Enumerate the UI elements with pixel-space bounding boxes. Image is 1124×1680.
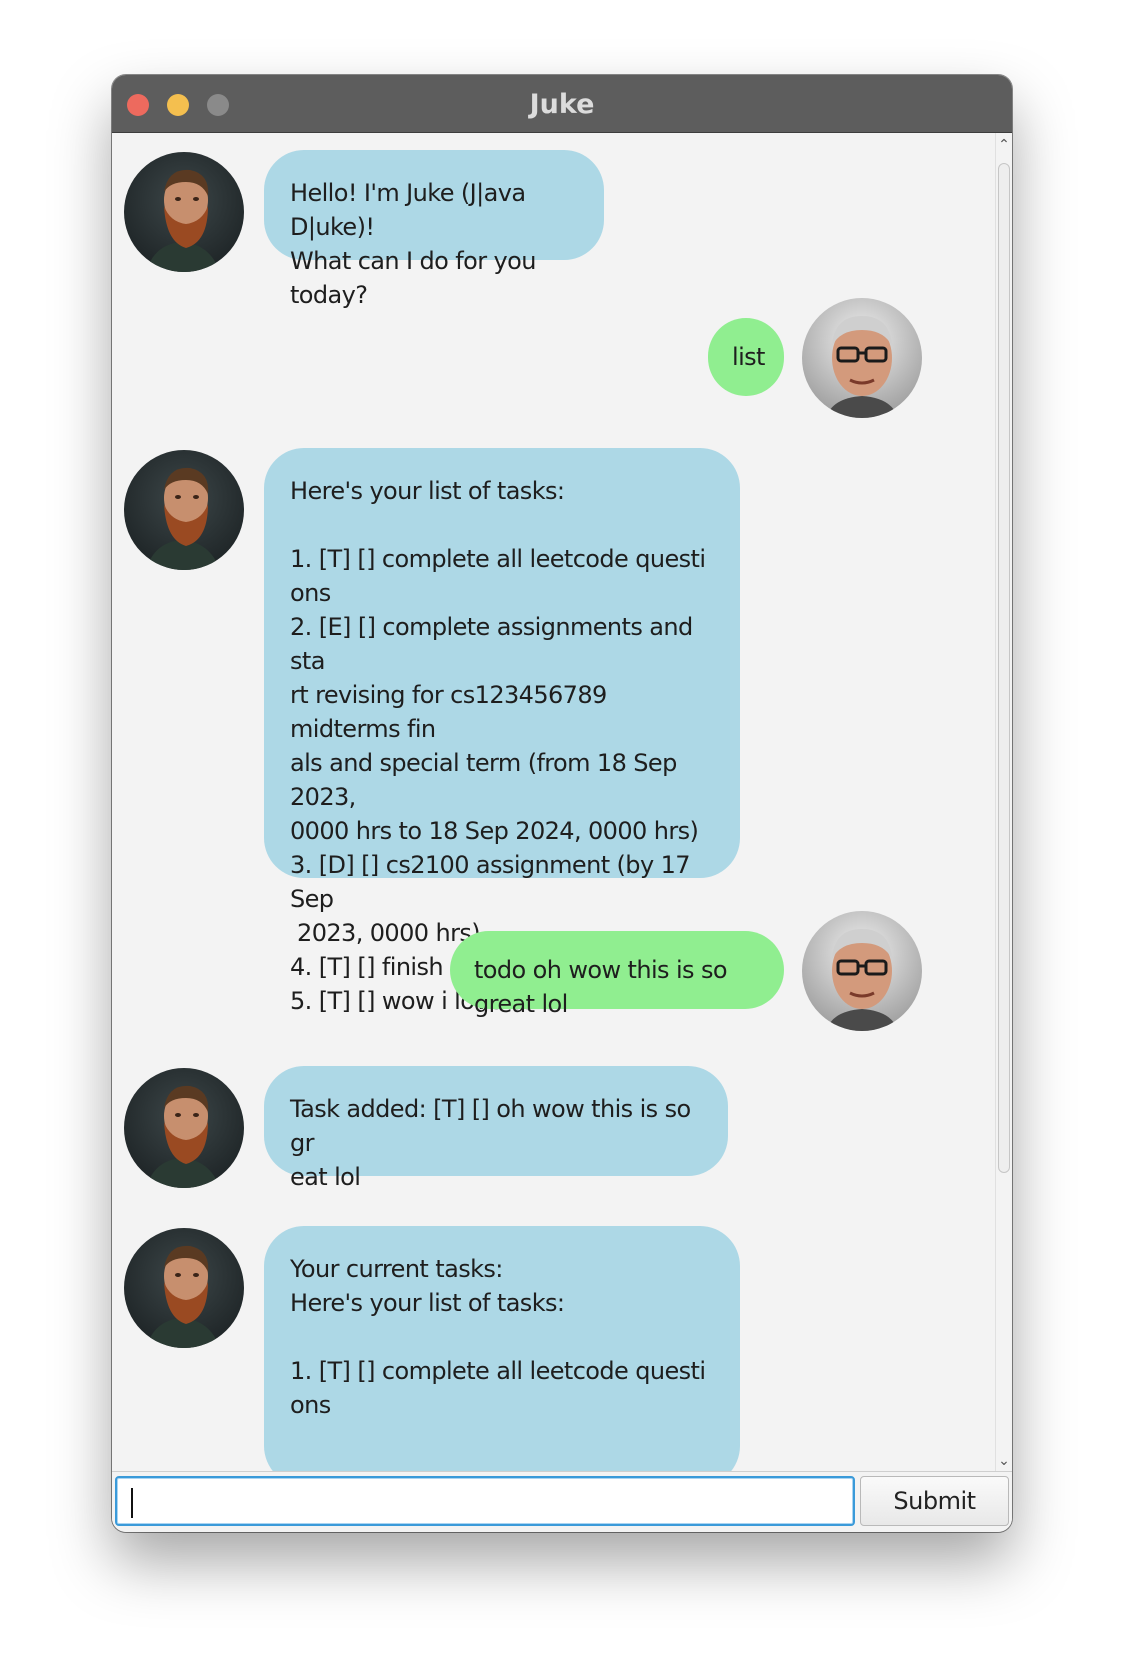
man-with-glasses-avatar: [802, 911, 922, 1031]
input-bar: Submit: [112, 1471, 1012, 1532]
bot-message-row: Task added: [T] [] oh wow this is so gr …: [112, 1066, 995, 1191]
bot-message-row: Hello! I'm Juke (J|ava D|uke)! What can …: [112, 150, 995, 309]
dialog-container: Hello! I'm Juke (J|ava D|uke)! What can …: [112, 133, 995, 1471]
app-window: Juke Hello! I'm Juke (J|ava D|uke)! What…: [112, 75, 1012, 1532]
bearded-man-avatar: [124, 152, 244, 272]
window-title: Juke: [529, 89, 595, 120]
bot-message-row: Here's your list of tasks: 1. [T] [] com…: [112, 448, 995, 1015]
chevron-down-icon[interactable]: ⌄: [996, 1449, 1012, 1471]
bot-message-bubble: Task added: [T] [] oh wow this is so gr …: [264, 1066, 728, 1191]
user-message-row: list: [112, 298, 995, 418]
message-input[interactable]: [115, 1476, 855, 1526]
bearded-man-avatar: [124, 450, 244, 570]
submit-button[interactable]: Submit: [860, 1476, 1009, 1526]
chevron-up-icon[interactable]: ⌃: [996, 133, 1012, 155]
bot-message-bubble: Hello! I'm Juke (J|ava D|uke)! What can …: [264, 150, 604, 309]
bot-message-bubble: Here's your list of tasks: 1. [T] [] com…: [264, 448, 740, 1015]
man-with-glasses-avatar: [802, 298, 922, 418]
text-cursor: [131, 1488, 133, 1518]
vertical-scrollbar[interactable]: ⌃ ⌄: [995, 133, 1012, 1471]
bearded-man-avatar: [124, 1068, 244, 1188]
scrollbar-thumb[interactable]: [998, 163, 1010, 1173]
user-message-bubble: list: [708, 318, 784, 396]
bot-message-bubble: Your current tasks: Here's your list of …: [264, 1226, 740, 1471]
bot-message-row: Your current tasks: Here's your list of …: [112, 1226, 995, 1471]
title-bar: Juke: [112, 75, 1012, 133]
bearded-man-avatar: [124, 1228, 244, 1348]
user-message-row: todo oh wow this is so great lol: [112, 911, 995, 1031]
user-message-bubble: todo oh wow this is so great lol: [450, 931, 784, 1018]
